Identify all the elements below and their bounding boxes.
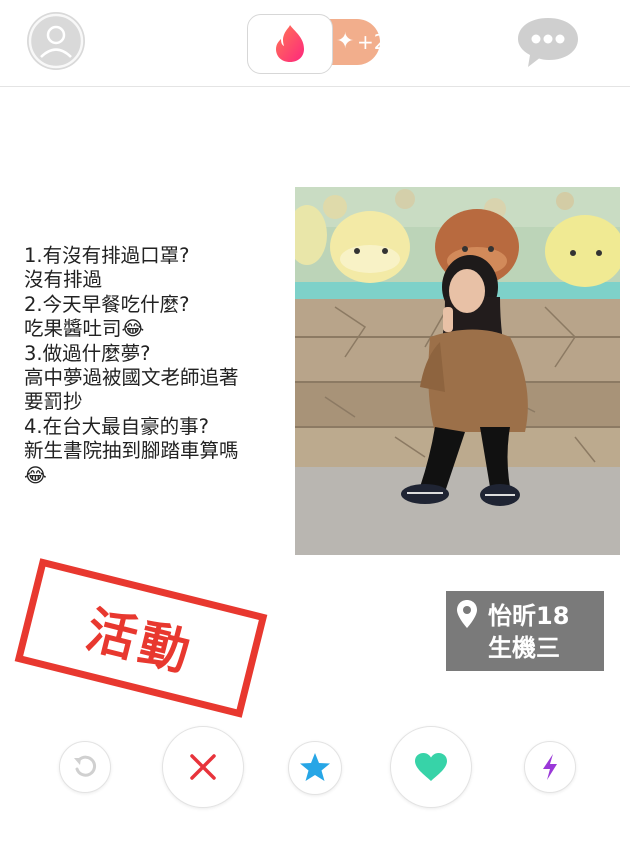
boost-count: +2: [357, 30, 387, 54]
nope-button[interactable]: [162, 726, 244, 808]
stamp-text: 活動: [80, 600, 200, 684]
bio-line: 😂: [24, 463, 47, 487]
event-stamp: 活動: [14, 558, 268, 718]
location-pin-icon: [457, 600, 477, 628]
bio-line: 1.有沒有排過口罩?: [24, 244, 190, 267]
profile-bio: 1.有沒有排過口罩? 沒有排過 2.今天早餐吃什麼? 吃果醬吐司😂 3.做過什麼…: [24, 244, 292, 488]
profile-department: 生機三: [488, 634, 560, 662]
bio-line: 吃果醬吐司😂: [24, 317, 145, 341]
bio-line: 要罰抄: [24, 390, 83, 414]
rewind-icon: [74, 755, 97, 777]
profile-name-age: 怡昕18: [488, 602, 570, 630]
bio-line: 4.在台大最自豪的事?: [24, 414, 209, 438]
bio-line: 高中夢過被國文老師追著: [24, 366, 239, 390]
like-heart-icon: [415, 753, 447, 781]
super-like-button[interactable]: [288, 741, 342, 795]
bio-line: 3.做過什麼夢?: [24, 341, 151, 365]
bio-line: 2.今天早餐吃什麼?: [24, 292, 190, 316]
boost-bolt-icon: [543, 754, 557, 780]
profile-photo[interactable]: [295, 187, 620, 555]
flame-logo-icon[interactable]: [247, 14, 333, 74]
chat-bubble-icon[interactable]: [516, 14, 580, 70]
profile-info-box[interactable]: 怡昕18 生機三: [446, 591, 604, 671]
bio-line: 沒有排過: [24, 268, 103, 292]
boost-button[interactable]: [524, 741, 576, 793]
like-button[interactable]: [390, 726, 472, 808]
profile-avatar-icon[interactable]: [27, 12, 85, 70]
nope-x-icon: [190, 754, 216, 780]
top-bar: ✦ +2: [0, 0, 630, 87]
sparkle-icon: ✦: [336, 29, 355, 54]
bio-line: 新生書院抽到腳踏車算嗎: [24, 439, 239, 463]
rewind-button[interactable]: [59, 741, 111, 793]
super-like-star-icon: [300, 753, 330, 781]
